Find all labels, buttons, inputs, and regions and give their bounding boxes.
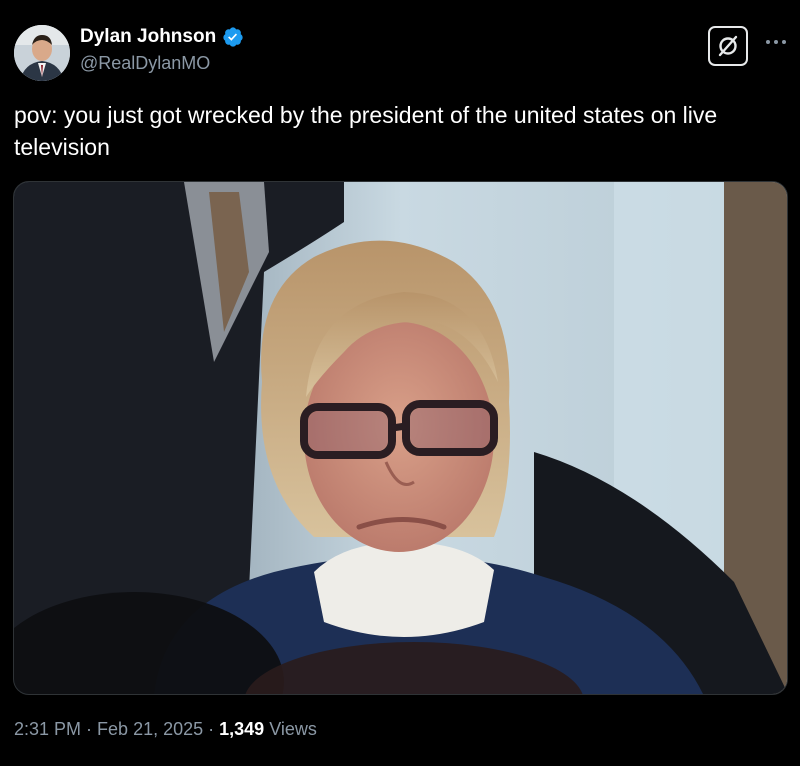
verified-badge-icon bbox=[223, 27, 243, 47]
grok-button[interactable] bbox=[708, 26, 748, 66]
more-button[interactable] bbox=[762, 32, 790, 52]
photo-illustration bbox=[14, 182, 787, 694]
author-block[interactable]: Dylan Johnson @RealDylanMO bbox=[80, 26, 244, 74]
views-count: 1,349 bbox=[219, 719, 265, 739]
tweet-text: pov: you just got wrecked by the preside… bbox=[14, 102, 718, 160]
author-handle[interactable]: @RealDylanMO bbox=[80, 53, 244, 74]
tweet-date[interactable]: Feb 21, 2025 bbox=[97, 719, 203, 740]
avatar[interactable] bbox=[14, 25, 70, 81]
tweet-photo[interactable] bbox=[13, 181, 788, 695]
meta-separator: · bbox=[203, 719, 220, 739]
meta-separator: · bbox=[81, 719, 98, 739]
author-name[interactable]: Dylan Johnson bbox=[80, 26, 216, 48]
more-icon bbox=[766, 40, 786, 44]
views-label: Views bbox=[264, 719, 317, 739]
grok-icon bbox=[718, 35, 738, 57]
tweet-time[interactable]: 2:31 PM bbox=[14, 719, 81, 740]
tweet-meta: 2:31 PM · Feb 21, 2025 · 1,349 Views bbox=[14, 719, 317, 740]
tweet-header: Dylan Johnson @RealDylanMO bbox=[14, 22, 786, 82]
